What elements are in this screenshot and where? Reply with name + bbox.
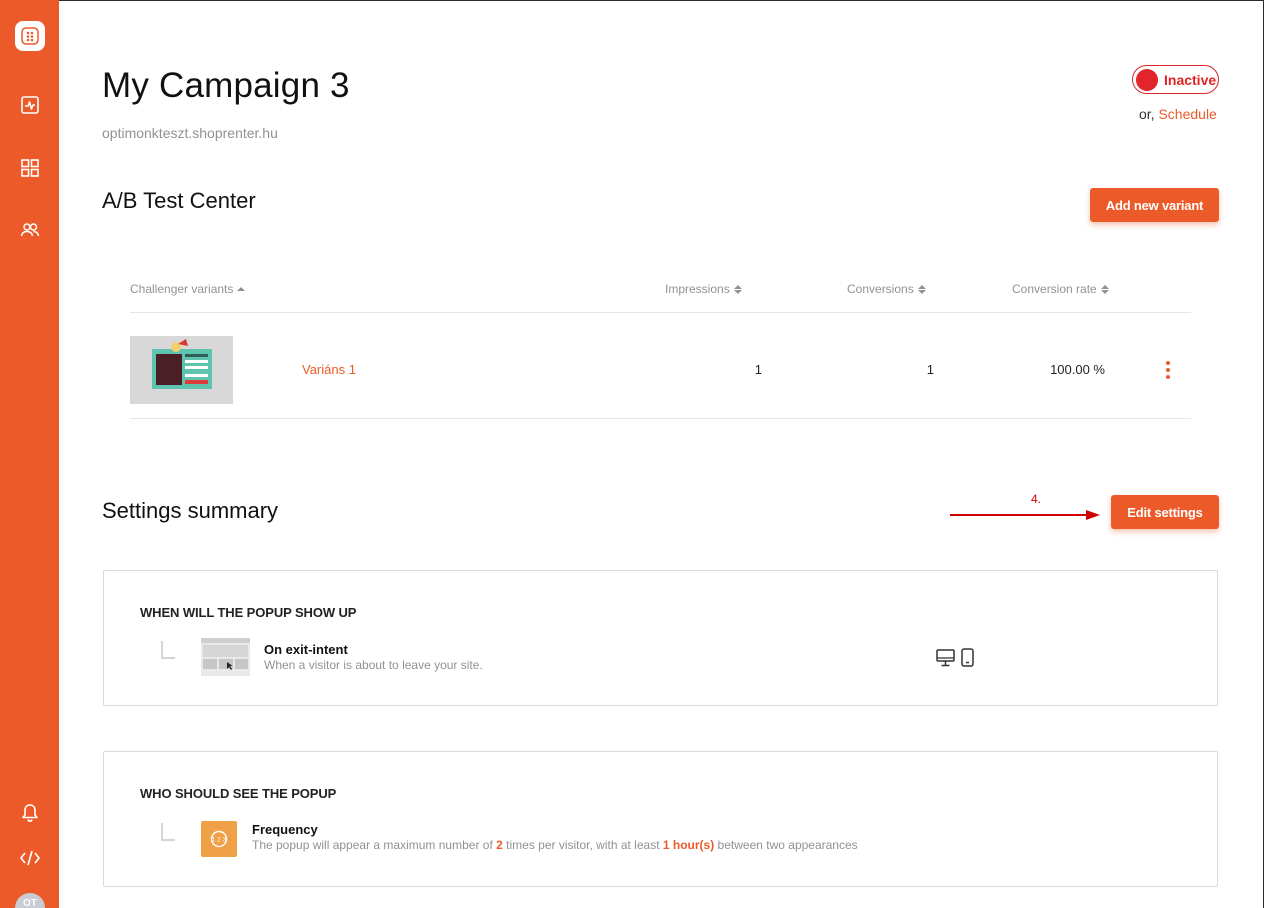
frequency-rule-desc: The popup will appear a maximum number o…: [252, 838, 858, 852]
annotation-arrow-icon: [950, 510, 1100, 520]
campaign-domain: optimonkteszt.shoprenter.hu: [102, 125, 278, 141]
frequency-icon: 1 2 3: [201, 821, 237, 857]
column-header-conversion-rate[interactable]: Conversion rate: [1012, 282, 1109, 296]
when-popup-card: WHEN WILL THE POPUP SHOW UP On exit-inte…: [103, 570, 1218, 706]
column-header-variants[interactable]: Challenger variants: [130, 282, 246, 296]
when-popup-title: WHEN WILL THE POPUP SHOW UP: [140, 605, 357, 620]
column-header-conversions[interactable]: Conversions: [847, 282, 926, 296]
bell-icon[interactable]: [18, 801, 42, 825]
mobile-icon: [961, 648, 974, 672]
exit-intent-rule-name: On exit-intent: [264, 642, 348, 657]
variant-thumbnail[interactable]: [130, 336, 233, 404]
frequency-rule-name: Frequency: [252, 822, 318, 837]
frequency-desc-part: The popup will appear a maximum number o…: [252, 838, 497, 852]
frequency-desc-part: between two appearances: [714, 838, 858, 852]
who-popup-title: WHO SHOULD SEE THE POPUP: [140, 786, 337, 801]
page-title: My Campaign 3: [102, 66, 350, 105]
code-icon[interactable]: [18, 846, 42, 870]
optimonk-logo-icon[interactable]: [15, 21, 45, 51]
settings-summary-title: Settings summary: [102, 498, 279, 523]
variant-conversion-rate: 100.00 %: [1050, 362, 1105, 377]
schedule-prefix: or,: [1139, 106, 1155, 122]
table-divider: [130, 312, 1191, 313]
avatar[interactable]: OT: [15, 893, 45, 908]
dashboard-grid-icon[interactable]: [18, 156, 42, 180]
status-dot-icon: [1136, 68, 1158, 91]
who-popup-card: WHO SHOULD SEE THE POPUP 1 2 3 Frequency…: [103, 751, 1218, 887]
ab-test-title: A/B Test Center: [102, 188, 256, 213]
column-header-conversion-rate-label: Conversion rate: [1012, 282, 1097, 296]
exit-intent-rule-desc: When a visitor is about to leave your si…: [264, 658, 483, 672]
sidebar: OT: [0, 0, 59, 908]
sort-asc-icon: [237, 287, 246, 291]
status-label: Inactive: [1164, 71, 1217, 88]
sort-icon: [733, 284, 742, 294]
variant-name-link[interactable]: Variáns 1: [302, 362, 356, 377]
variant-more-menu-icon[interactable]: [1160, 361, 1176, 379]
users-icon[interactable]: [18, 218, 42, 242]
frequency-interval-value: 1 hour(s): [662, 838, 715, 852]
column-header-variants-label: Challenger variants: [130, 282, 234, 296]
annotation-step-label: 4.: [1031, 492, 1042, 506]
tree-connector: [161, 823, 175, 841]
sort-icon: [917, 284, 926, 294]
variant-conversions: 1: [926, 362, 934, 377]
schedule-line: or, Schedule: [1139, 106, 1217, 122]
schedule-link[interactable]: Schedule: [1158, 106, 1216, 122]
analytics-icon[interactable]: [18, 93, 42, 117]
column-header-impressions[interactable]: Impressions: [665, 282, 742, 296]
table-divider: [130, 418, 1191, 419]
edit-settings-button[interactable]: Edit settings: [1111, 495, 1219, 529]
svg-text:1 2 3: 1 2 3: [212, 837, 227, 844]
sort-icon: [1100, 284, 1109, 294]
status-toggle[interactable]: Inactive: [1132, 65, 1219, 94]
frequency-times-value: 2: [496, 838, 503, 852]
frequency-desc-part: times per visitor, with at least: [502, 838, 663, 852]
window-border-top: [59, 0, 1264, 1]
column-header-conversions-label: Conversions: [847, 282, 914, 296]
desktop-icon: [936, 649, 955, 672]
column-header-impressions-label: Impressions: [665, 282, 730, 296]
variant-impressions: 1: [754, 362, 762, 377]
tree-connector: [161, 641, 175, 659]
add-new-variant-button[interactable]: Add new variant: [1090, 188, 1219, 222]
exit-intent-thumbnail-icon: [201, 638, 250, 676]
